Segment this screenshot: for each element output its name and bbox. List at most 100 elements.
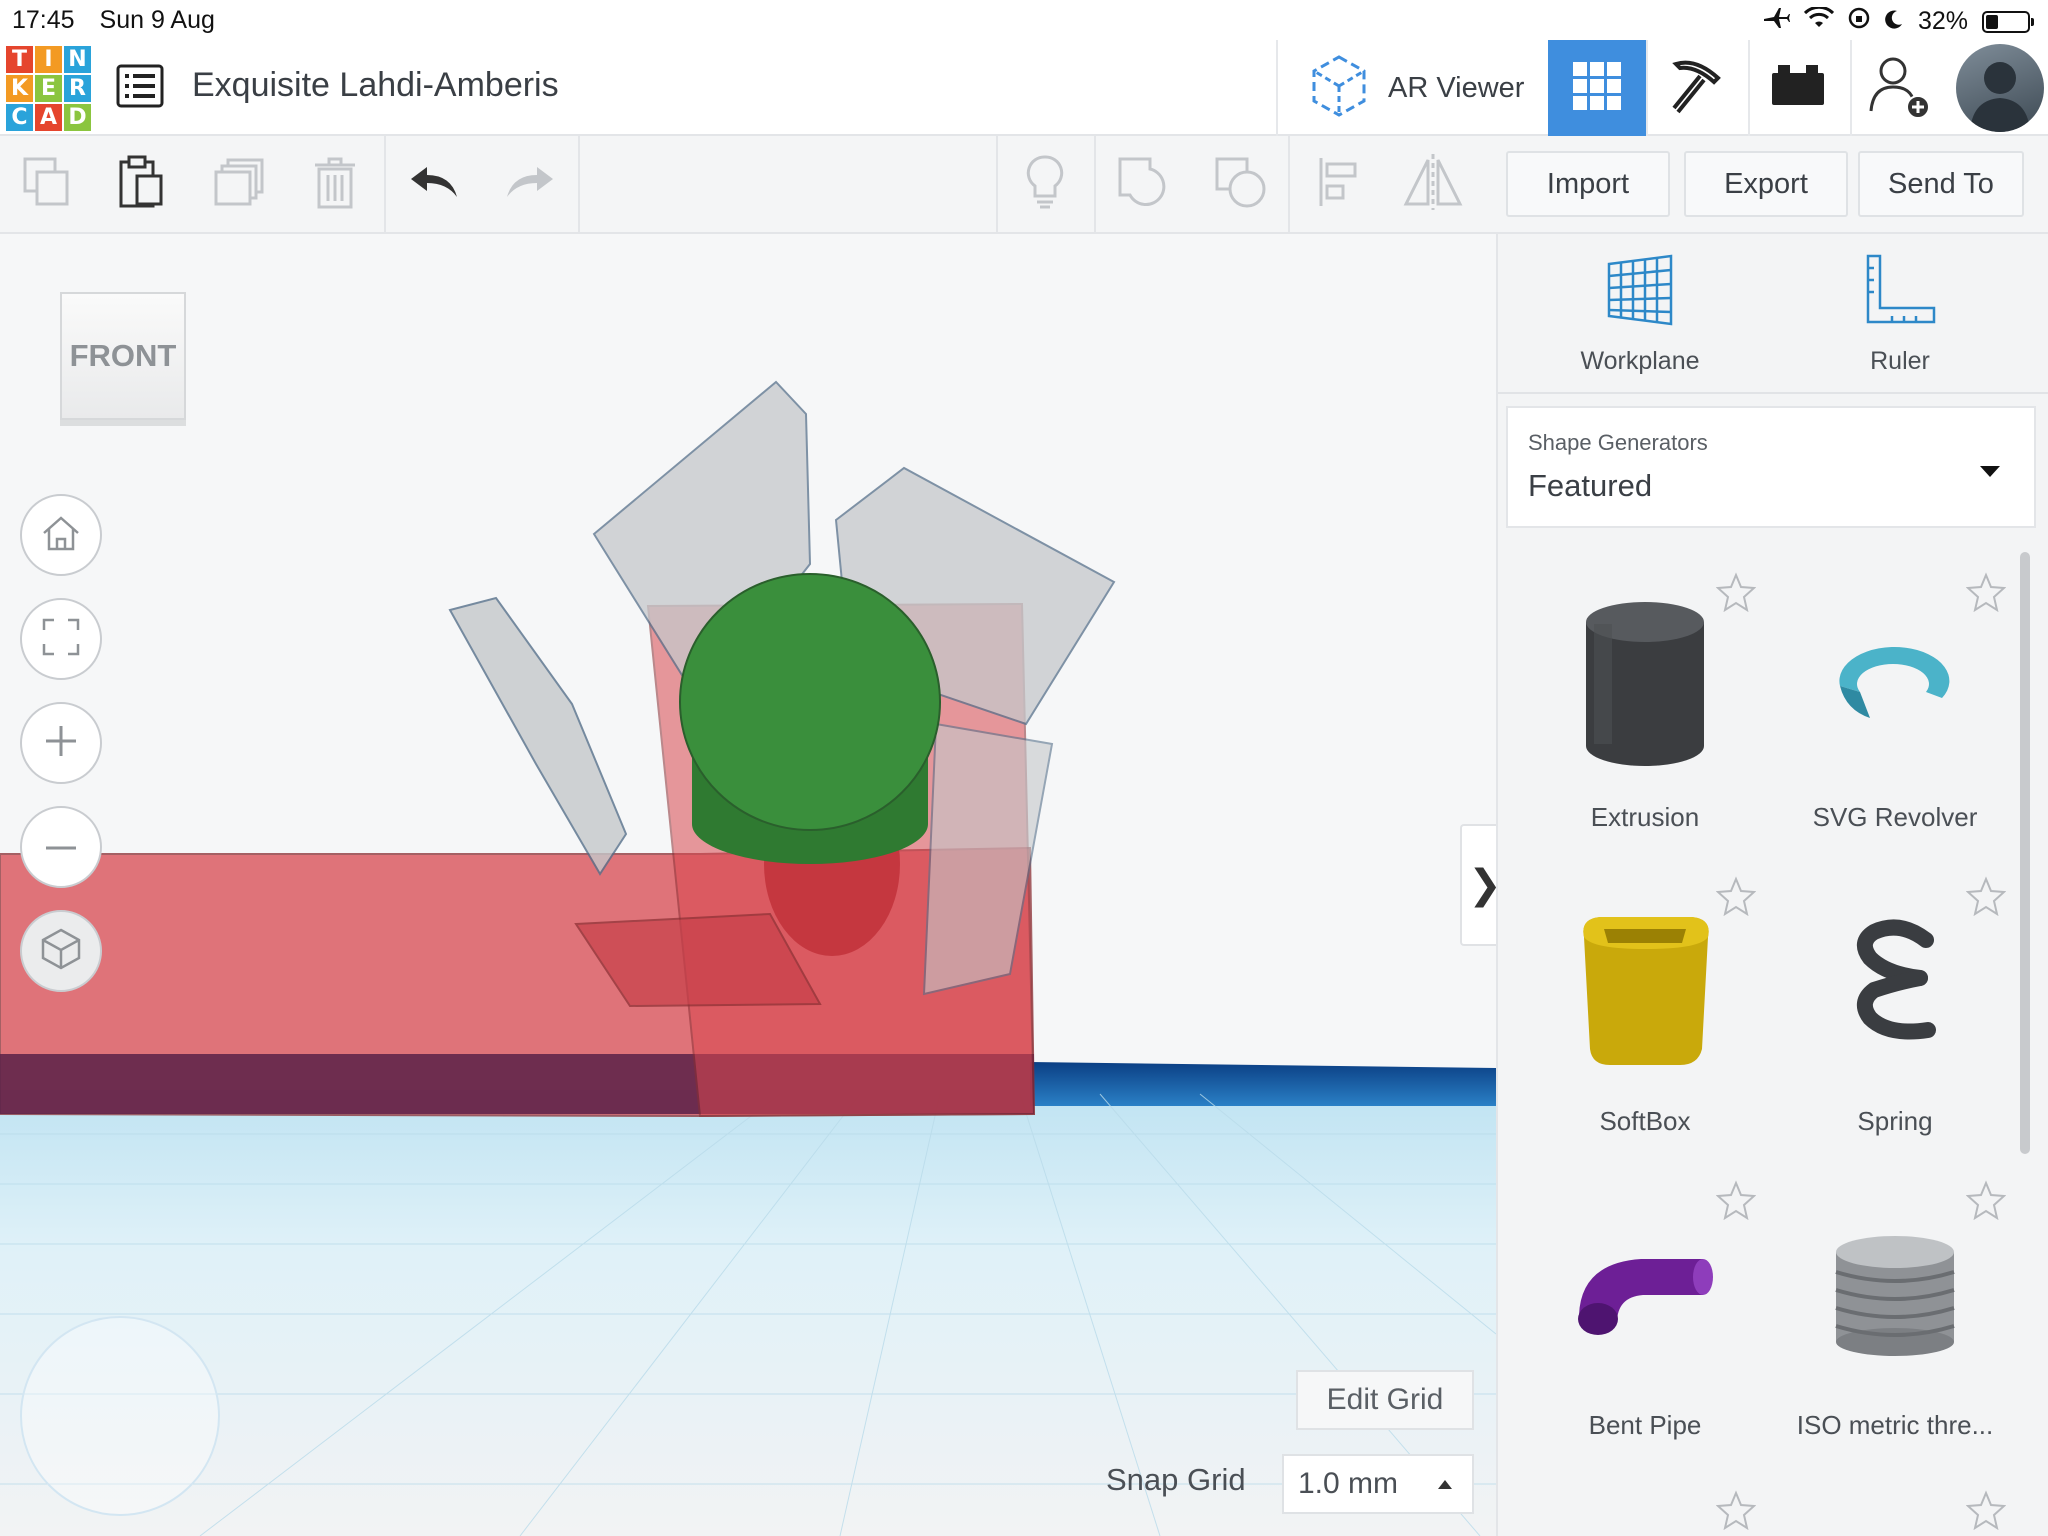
green-cylinder-shape [679, 573, 941, 831]
grid-icon [1572, 61, 1622, 116]
ungroup-button[interactable] [1206, 148, 1276, 220]
design-title[interactable]: Exquisite Lahdi-Amberis [192, 66, 559, 105]
shape-generators-label: Shape Generators [1528, 430, 1708, 455]
shapes-scrollbar[interactable] [2020, 552, 2030, 1154]
shape-card-bent-pipe[interactable]: Bent Pipe [1520, 1178, 1770, 1478]
logo-letter: D [64, 104, 91, 131]
add-user-icon [1867, 53, 1933, 124]
shape-name: Bent Pipe [1588, 1410, 1702, 1440]
status-bar: 17:45 Sun 9 Aug 32% [0, 0, 2048, 40]
ar-cube-icon [1308, 53, 1370, 124]
import-button[interactable]: Import [1506, 151, 1670, 217]
shape-name: Spring [1857, 1106, 1933, 1136]
copy-icon [22, 156, 72, 213]
shape-name: Extrusion [1590, 802, 1700, 832]
logo-letter: K [6, 75, 33, 102]
favorite-star-icon[interactable] [1715, 1490, 1757, 1531]
shape-card-spring[interactable]: Spring [1770, 874, 2020, 1174]
send-to-button[interactable]: Send To [1858, 151, 2024, 217]
shape-category-value: Featured [1528, 468, 1653, 503]
brick-icon [1770, 64, 1826, 112]
tinkercad-logo[interactable]: TIN KER CAD [6, 46, 91, 131]
ruler-tool[interactable]: Ruler [1800, 254, 2000, 388]
home-icon [41, 515, 81, 556]
paste-button[interactable] [106, 148, 176, 220]
workplane-icon [1605, 254, 1675, 331]
snap-grid-select[interactable]: 1.0 mm [1282, 1454, 1474, 1514]
user-avatar[interactable] [1952, 40, 2048, 136]
align-button[interactable] [1304, 148, 1374, 220]
workplane-tool[interactable]: Workplane [1540, 254, 1740, 388]
shape-category-dropdown[interactable]: Shape Generators Featured [1506, 406, 2036, 528]
dropdown-arrow-icon [1980, 466, 2000, 477]
pickaxe-icon [1666, 56, 1726, 121]
snap-grid-label: Snap Grid [1106, 1462, 1246, 1497]
toolbar-divider [996, 136, 998, 232]
ruler-icon [1864, 254, 1936, 331]
battery-percent: 32% [1917, 7, 1968, 35]
ar-viewer-button[interactable]: AR Viewer [1276, 40, 1548, 136]
lightbulb-icon [1025, 154, 1065, 215]
align-icon [1317, 156, 1361, 213]
scene-3d [0, 380, 1496, 1536]
design-list-button[interactable] [116, 64, 164, 108]
favorite-star-icon[interactable] [1715, 572, 1757, 613]
zoom-in-button[interactable] [20, 702, 102, 784]
orbit-joystick[interactable] [20, 1316, 220, 1516]
undo-icon [411, 165, 459, 204]
shape-name: SVG Revolver [1812, 802, 1978, 832]
favorite-star-icon[interactable] [1965, 1180, 2007, 1221]
trash-icon [313, 155, 357, 214]
shape-name: SoftBox [1599, 1106, 1691, 1136]
undo-button[interactable] [400, 148, 470, 220]
edit-grid-button[interactable]: Edit Grid [1296, 1370, 1474, 1430]
shape-card-extrusion[interactable]: Extrusion [1520, 570, 1770, 870]
logo-letter: I [35, 46, 62, 73]
workplane-label: Workplane [1580, 347, 1700, 375]
airplane-icon [1762, 6, 1790, 37]
zoom-out-button[interactable] [20, 806, 102, 888]
home-view-button[interactable] [20, 494, 102, 576]
group-icon [1116, 155, 1170, 214]
redo-button[interactable] [494, 148, 564, 220]
toolbar-divider [384, 136, 386, 232]
view-cube[interactable]: FRONT [60, 292, 186, 420]
logo-letter: N [64, 46, 91, 73]
favorite-star-icon[interactable] [1715, 1180, 1757, 1221]
perspective-toggle-button[interactable] [20, 910, 102, 992]
delete-button[interactable] [300, 148, 370, 220]
workplane-floor [0, 1090, 1496, 1536]
hole-shape-4 [922, 722, 1054, 996]
shape-card-softbox[interactable]: SoftBox [1520, 874, 1770, 1174]
status-date: Sun 9 Aug [99, 6, 215, 34]
bricks-view-button[interactable] [1748, 40, 1846, 136]
favorite-star-icon[interactable] [1715, 876, 1757, 917]
mirror-icon [1402, 153, 1464, 215]
workplane-canvas[interactable] [0, 234, 1496, 1536]
export-button[interactable]: Export [1684, 151, 1848, 217]
logo-letter: E [35, 75, 62, 102]
redo-icon [505, 165, 553, 204]
minecraft-view-button[interactable] [1646, 40, 1744, 136]
minus-icon [44, 838, 78, 856]
3d-design-view-button[interactable] [1548, 40, 1646, 136]
favorite-star-icon[interactable] [1965, 1490, 2007, 1531]
snap-grid-value: 1.0 mm [1298, 1467, 1399, 1500]
toolbar-divider [1288, 136, 1290, 232]
mirror-button[interactable] [1398, 148, 1468, 220]
caret-up-icon [1438, 1480, 1452, 1489]
favorite-star-icon[interactable] [1965, 876, 2007, 917]
shape-card-svg-revolver[interactable]: SVG Revolver [1770, 570, 2020, 870]
group-button[interactable] [1108, 148, 1178, 220]
invite-user-button[interactable] [1850, 40, 1948, 136]
shape-card-iso-metric-thread[interactable]: ISO metric thre... [1770, 1178, 2020, 1478]
notes-button[interactable] [1010, 148, 1080, 220]
ar-viewer-label: AR Viewer [1388, 71, 1525, 104]
logo-letter: C [6, 104, 33, 131]
copy-button[interactable] [12, 148, 82, 220]
fit-view-button[interactable] [20, 598, 102, 680]
duplicate-button[interactable] [204, 148, 274, 220]
toolbar-divider [578, 136, 580, 232]
favorite-star-icon[interactable] [1965, 572, 2007, 613]
status-time: 17:45 [12, 6, 75, 34]
